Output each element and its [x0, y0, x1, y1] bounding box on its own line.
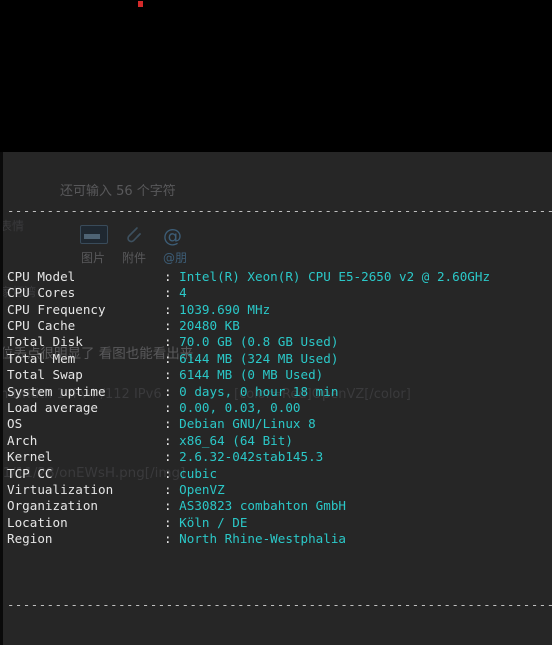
sysinfo-value: Debian GNU/Linux 8	[179, 416, 316, 432]
sysinfo-label: CPU Model	[7, 268, 76, 284]
terminal-output-panel: 还可输入 56 个字符 图片 附件 @ @朋 表情 家灯湾 位丢点很明显了 看图…	[0, 152, 552, 645]
sysinfo-value: 6144 MB (324 MB Used)	[179, 350, 339, 366]
sysinfo-label: Location	[7, 514, 68, 530]
sysinfo-colon: :	[164, 432, 180, 448]
sysinfo-row-region: Region: North Rhine-Westphalia	[0, 531, 552, 547]
sysinfo-value: 20480 KB	[179, 318, 240, 333]
sysinfo-row-cpu-model: CPU Model: Intel(R) Xeon(R) CPU E5-2650 …	[0, 269, 552, 285]
sysinfo-row-organization: Organization: AS30823 combahton GmbH	[0, 498, 552, 514]
sysinfo-label: Total Mem	[7, 350, 76, 366]
sysinfo-colon: :	[164, 481, 180, 497]
sysinfo-colon: :	[164, 514, 180, 530]
sysinfo-colon: :	[164, 350, 180, 366]
sysinfo-row-total-swap: Total Swap: 6144 MB (0 MB Used)	[0, 367, 552, 383]
sysinfo-value: 1039.690 MHz	[179, 301, 271, 317]
sysinfo-value: x86_64 (64 Bit)	[179, 432, 293, 448]
sysinfo-label: TCP CC	[7, 465, 53, 481]
sysinfo-colon: :	[164, 334, 180, 350]
sysinfo-colon: :	[164, 449, 180, 465]
sysinfo-value: AS30823 combahton GmbH	[179, 498, 346, 514]
sysinfo-label: Arch	[7, 432, 38, 448]
sysinfo-value: 0.00, 0.03, 0.00	[179, 399, 301, 415]
sysinfo-value: 70.0 GB (0.8 GB Used)	[179, 334, 339, 350]
sysinfo-label: Organization	[7, 498, 98, 514]
sysinfo-value: 6144 MB (0 MB Used)	[179, 367, 324, 383]
sysinfo-row-cpu-frequency: CPU Frequency: 1039.690 MHz	[0, 302, 552, 318]
sysinfo-row-arch: Arch: x86_64 (64 Bit)	[0, 433, 552, 449]
sysinfo-row-total-disk: Total Disk: 70.0 GB (0.8 GB Used)	[0, 334, 552, 350]
sysinfo-colon: :	[164, 465, 180, 481]
screenshot-root: 还可输入 56 个字符 图片 附件 @ @朋 表情 家灯湾 位丢点很明显了 看图…	[0, 0, 552, 645]
sysinfo-colon: :	[164, 367, 180, 383]
sysinfo-label: Region	[7, 531, 53, 547]
red-square-marker	[138, 1, 143, 7]
sysinfo-label: CPU Cores	[7, 285, 76, 301]
sysinfo-label: Kernel	[7, 449, 53, 465]
sysinfo-row-virtualization: Virtualization: OpenVZ	[0, 482, 552, 498]
sysinfo-label: Total Swap	[7, 367, 83, 383]
sysinfo-value: cubic	[179, 465, 218, 481]
sysinfo-colon: :	[164, 268, 180, 284]
sysinfo-row-tcp-cc: TCP CC: cubic	[0, 466, 552, 482]
sysinfo-row-os: OS: Debian GNU/Linux 8	[0, 416, 552, 432]
sysinfo-label: Virtualization	[7, 481, 114, 497]
sysinfo-label: CPU Cache	[7, 318, 76, 333]
sysinfo-colon: :	[164, 301, 180, 317]
separator-top: ----------------------------------------…	[7, 204, 552, 219]
sysinfo-value: OpenVZ	[179, 481, 225, 497]
sysinfo-colon: :	[164, 416, 180, 432]
sysinfo-row-total-mem: Total Mem: 6144 MB (324 MB Used)	[0, 351, 552, 367]
sysinfo-value: 4	[179, 285, 187, 301]
sysinfo-row-cpu-cores: CPU Cores: 4	[0, 285, 552, 301]
sysinfo-label: OS	[7, 416, 23, 432]
sysinfo-value: Intel(R) Xeon(R) CPU E5-2650 v2 @ 2.60GH…	[179, 268, 491, 284]
sysinfo-row-kernel: Kernel: 2.6.32-042stab145.3	[0, 449, 552, 465]
sysinfo-colon: :	[164, 399, 180, 415]
sysinfo-row-location: Location: Köln / DE	[0, 515, 552, 531]
sysinfo-colon: :	[164, 498, 180, 514]
sysinfo-label: System uptime	[7, 383, 106, 399]
sysinfo-colon: :	[164, 531, 180, 547]
sysinfo-label: Load average	[7, 399, 98, 415]
sysinfo-value: North Rhine-Westphalia	[179, 531, 346, 547]
sysinfo-label: Total Disk	[7, 334, 83, 350]
sysinfo-value: 2.6.32-042stab145.3	[179, 449, 324, 465]
sysinfo-value: 0 days, 0 hour 18 min	[179, 383, 339, 399]
sysinfo-colon: :	[164, 285, 180, 301]
terminal-left-gutter	[0, 152, 3, 645]
sysinfo-colon: :	[164, 383, 180, 399]
sysinfo-value: Köln / DE	[179, 514, 248, 530]
separator-mid: ----------------------------------------…	[7, 597, 552, 612]
terminal-text: ----------------------------------------…	[0, 152, 552, 645]
sysinfo-row-load-average: Load average: 0.00, 0.03, 0.00	[0, 400, 552, 416]
system-info-list: CPU Model: Intel(R) Xeon(R) CPU E5-2650 …	[0, 269, 552, 548]
sysinfo-label: CPU Frequency	[7, 301, 106, 317]
sysinfo-row-system-uptime: System uptime: 0 days, 0 hour 18 min	[0, 384, 552, 400]
sysinfo-row-cpu-cache: CPU Cache: 20480 KB	[0, 318, 552, 334]
sysinfo-colon: :	[164, 318, 180, 333]
